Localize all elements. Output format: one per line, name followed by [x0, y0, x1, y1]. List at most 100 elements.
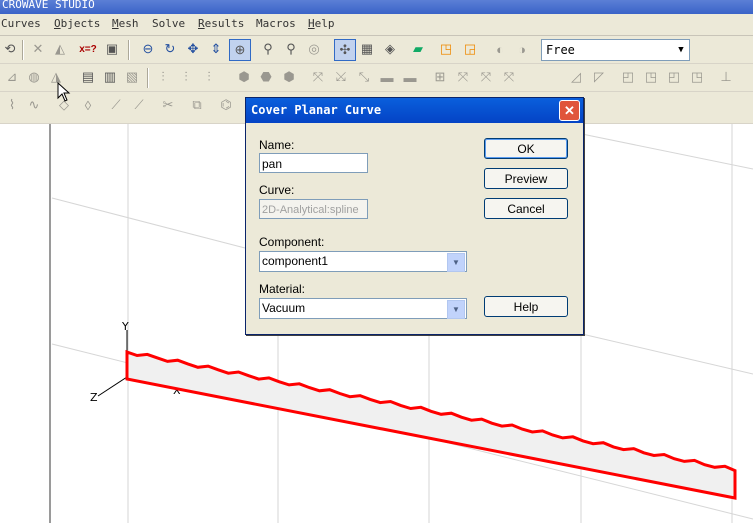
menu-help[interactable]: Help [308, 17, 335, 30]
sphere-icon[interactable]: ◍ [24, 67, 44, 87]
eraser-icon[interactable]: ◊ [78, 95, 98, 115]
pick-face-icon[interactable]: ⤧ [476, 67, 496, 87]
toolbar-main: ⟲ ✕ ◭ x=? ▣ ⊖ ↻ ✥ ⇕ ⊕ ⚲ ⚲ ◎ ✣ ▦ ◈ ▰ ◳ ◲ … [0, 36, 753, 64]
curve-extend-icon[interactable]: ◸ [589, 67, 609, 87]
pan-icon[interactable]: ✥ [183, 39, 203, 59]
visibility-icon[interactable]: ◎ [304, 39, 324, 59]
menu-curves[interactable]: Curves [1, 17, 41, 30]
menu-bar: Curves Objects Mesh Solve Results Macros… [0, 14, 753, 36]
show-icon[interactable]: ◑ [512, 39, 532, 59]
solid-icon[interactable]: ⬢ [234, 67, 254, 87]
cover-planar-curve-dialog: Cover Planar Curve ✕ Name: pan Curve: 2D… [245, 97, 584, 335]
history-icon[interactable]: ▣ [102, 39, 122, 59]
axis-z-label: Z [90, 391, 98, 404]
align-icon[interactable]: ▬ [377, 67, 397, 87]
pick-point-icon[interactable]: ⊞ [430, 67, 450, 87]
menu-solve[interactable]: Solve [152, 17, 185, 30]
view-mode-select[interactable]: Free ▼ [541, 39, 690, 61]
bring-front-icon[interactable]: ◳ [436, 39, 456, 59]
help-button[interactable]: Help [484, 296, 568, 317]
cover-icon[interactable]: ⧉ [187, 95, 207, 115]
component-value: component1 [262, 254, 329, 268]
brick-icon[interactable]: ⊿ [2, 67, 22, 87]
toolbar-separator [22, 40, 24, 60]
mirror-icon[interactable]: ⤩ [331, 67, 351, 87]
field-f-icon[interactable]: ⫶ [176, 67, 196, 87]
app-title: CROWAVE STUDIO [2, 0, 95, 11]
local-coords-icon[interactable]: ⊥ [716, 67, 736, 87]
zoom-window-icon[interactable]: ⊕ [229, 39, 251, 61]
app-title-bar: CROWAVE STUDIO [0, 0, 753, 14]
pick-icon[interactable]: ◭ [50, 39, 70, 59]
chevron-down-icon[interactable]: ▼ [447, 300, 465, 319]
face-offset-icon[interactable]: ◳ [641, 67, 661, 87]
material-select[interactable]: Vacuum ▼ [259, 298, 467, 319]
scale-icon[interactable]: ⤡ [354, 67, 374, 87]
port-icon[interactable]: ⫶ [153, 67, 173, 87]
curve-trim-icon[interactable]: ◿ [566, 67, 586, 87]
field-e-icon[interactable]: ⫶ [199, 67, 219, 87]
layout-icon[interactable]: ▤ [78, 67, 98, 87]
dialog-title: Cover Planar Curve [251, 103, 382, 117]
send-back-icon[interactable]: ◲ [460, 39, 480, 59]
component-select[interactable]: component1 ▼ [259, 251, 467, 272]
spin-icon[interactable]: ↻ [160, 39, 180, 59]
calculator-icon[interactable]: x=? [78, 39, 98, 59]
rotate-icon[interactable]: ⟲ [0, 39, 20, 59]
pick-center-icon[interactable]: ⤧ [499, 67, 519, 87]
delete-icon[interactable]: ✕ [28, 39, 48, 59]
menu-macros[interactable]: Macros [256, 17, 296, 30]
arc-icon[interactable]: ⟋ [129, 95, 149, 115]
close-button[interactable]: ✕ [559, 100, 580, 121]
name-input[interactable]: pan [259, 153, 368, 173]
face-blend-icon[interactable]: ◳ [687, 67, 707, 87]
toolbar-separator [147, 68, 149, 88]
axes-icon[interactable]: ✣ [334, 39, 356, 61]
name-label: Name: [259, 138, 295, 152]
orbit-icon[interactable]: ⊖ [138, 39, 158, 59]
cancel-button[interactable]: Cancel [484, 198, 568, 219]
line-icon[interactable]: ⟋ [106, 95, 126, 115]
grid-icon[interactable]: ▦ [357, 39, 377, 59]
curve-label: Curve: [259, 183, 295, 197]
bookmark-icon[interactable]: ▰ [408, 39, 428, 59]
working-plane-icon[interactable]: ◈ [380, 39, 400, 59]
trim-icon[interactable]: ✂ [158, 95, 178, 115]
preview-button[interactable]: Preview [484, 168, 568, 189]
boolean-icon[interactable]: ⬣ [256, 67, 276, 87]
menu-mesh[interactable]: Mesh [112, 17, 139, 30]
zoom-fit-icon[interactable]: ⚲ [281, 39, 301, 59]
material-value: Vacuum [262, 301, 306, 315]
stack-icon[interactable]: ▬ [400, 67, 420, 87]
dialog-title-bar[interactable]: Cover Planar Curve ✕ [246, 98, 583, 123]
planar-curve-face[interactable] [127, 352, 735, 498]
dolly-icon[interactable]: ⇕ [206, 39, 226, 59]
toolbar-separator [128, 40, 130, 60]
material-label: Material: [259, 282, 306, 296]
menu-results[interactable]: Results [198, 17, 244, 30]
axis-y-label: Y [121, 320, 129, 333]
ok-button[interactable]: OK [484, 138, 568, 159]
pick-edge-icon[interactable]: ⤧ [453, 67, 473, 87]
close-icon: ✕ [564, 102, 575, 118]
chevron-down-icon[interactable]: ▼ [447, 253, 465, 272]
plot-icon[interactable]: ▥ [100, 67, 120, 87]
toolbar-modeling: ⊿ ◍ ◮ ▤ ▥ ▧ ⫶ ⫶ ⫶ ⬢ ⬣ ⬢ ⤧ ⤩ ⤡ ▬ ▬ ⊞ ⤧ ⤧ … [0, 64, 753, 92]
curve-input: 2D-Analytical:spline [259, 199, 368, 219]
spline-icon[interactable]: ∿ [24, 95, 44, 115]
component-label: Component: [259, 235, 325, 249]
chevron-down-icon[interactable]: ▼ [673, 40, 689, 60]
hide-icon[interactable]: ◐ [490, 39, 510, 59]
face-icon[interactable]: ◰ [618, 67, 638, 87]
face-loft-icon[interactable]: ◰ [664, 67, 684, 87]
mouse-cursor-icon [57, 82, 71, 102]
profile-icon[interactable]: ⌬ [216, 95, 236, 115]
polyline-icon[interactable]: ⌇ [2, 95, 22, 115]
menu-objects[interactable]: Objects [54, 17, 100, 30]
transform-icon[interactable]: ⤧ [308, 67, 328, 87]
intersect-icon[interactable]: ⬢ [279, 67, 299, 87]
sweep-icon[interactable]: ▧ [122, 67, 142, 87]
view-mode-value: Free [546, 43, 575, 57]
viewport-left-strip [0, 124, 50, 523]
zoom-icon[interactable]: ⚲ [258, 39, 278, 59]
